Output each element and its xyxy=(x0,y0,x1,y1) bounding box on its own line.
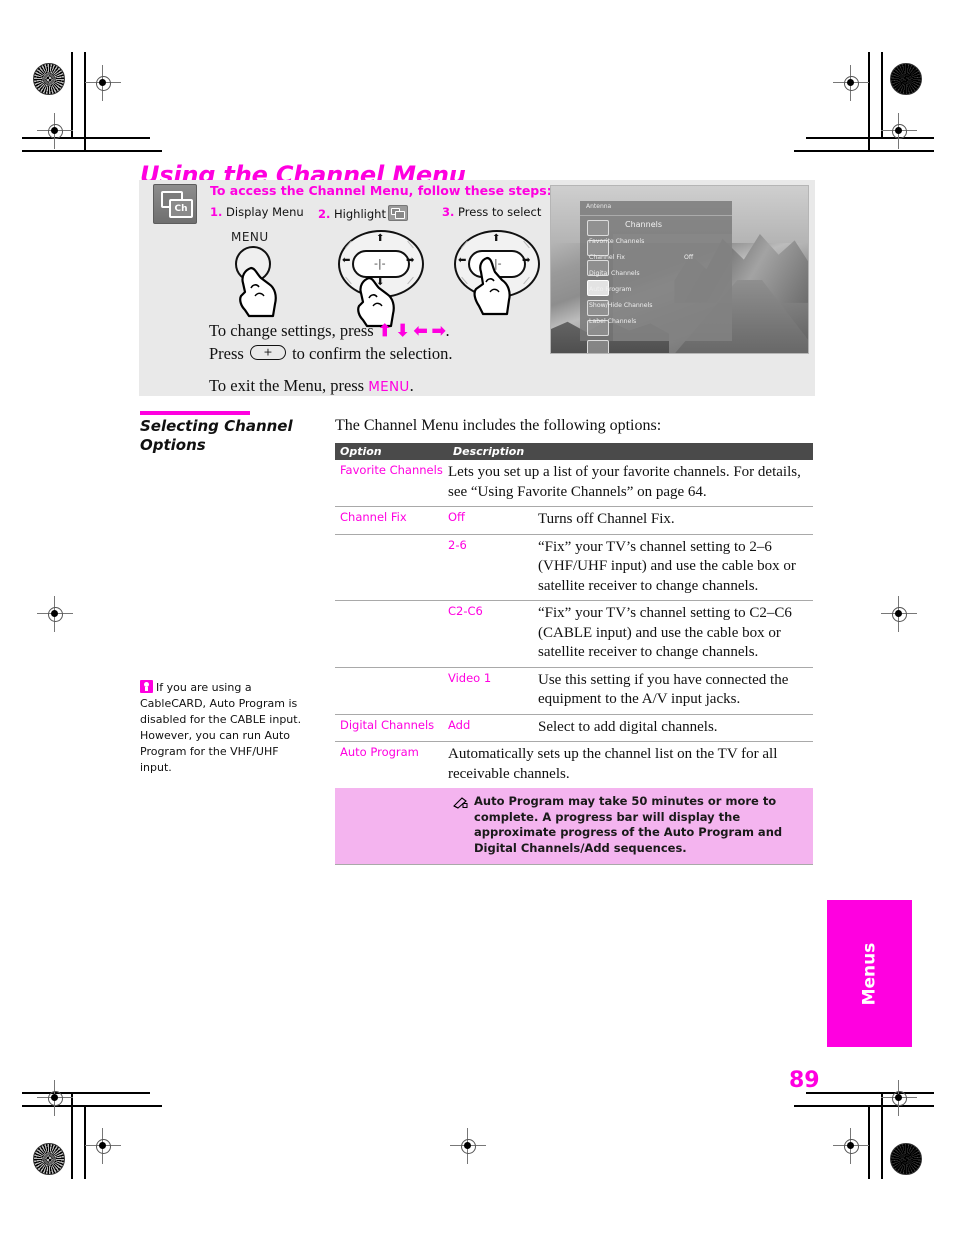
section-intro: The Channel Menu includes the following … xyxy=(335,417,662,434)
table-cell-option xyxy=(335,538,448,597)
section-rule xyxy=(140,411,250,415)
step-1-label: Display Menu xyxy=(226,205,304,219)
table-row: Digital Channels Add Select to add digit… xyxy=(335,715,813,742)
osd-item-4[interactable]: Show/Hide Channels xyxy=(589,302,652,309)
step-3: 3. Press to select xyxy=(442,205,541,219)
osd-icon-applications[interactable] xyxy=(587,340,609,353)
step-2-label: Highlight xyxy=(334,207,386,221)
table-cell-description: “Fix” your TV’s channel setting to C2–C6… xyxy=(538,605,792,660)
table-cell-description: Use this setting if you have connected t… xyxy=(538,671,789,708)
lightbulb-tip-icon xyxy=(140,680,153,693)
table-cell-sub-option: Video 1 xyxy=(448,670,492,685)
step-3-label: Press to select xyxy=(458,205,542,219)
table-cell-option: Digital Channels xyxy=(340,717,435,732)
tv-screen-screenshot: Antenna Channels Favorite Channels Chann… xyxy=(550,185,809,354)
channel-menu-icon: Ch xyxy=(153,184,197,224)
table-row: Video 1 Use this setting if you have con… xyxy=(335,668,813,715)
menu-keyword: MENU xyxy=(368,378,410,395)
jog-center-plus-icon: -|- xyxy=(374,257,386,270)
manual-page: Using the Channel Menu Ch To access the … xyxy=(0,0,954,1235)
step-1: 1. Display Menu xyxy=(210,205,304,219)
osd-menu-title: Channels xyxy=(625,220,663,229)
step-2: 2. Highlight xyxy=(318,205,408,221)
menu-button-word: MENU xyxy=(231,230,269,244)
options-table: Option Description Favorite Channels Let… xyxy=(335,443,813,866)
table-row: C2-C6 “Fix” your TV’s channel setting to… xyxy=(335,601,813,668)
table-cell-sub-option: Off xyxy=(448,510,465,524)
osd-icon-video[interactable] xyxy=(587,220,609,236)
table-row: Channel Fix Off Turns off Channel Fix. xyxy=(335,507,813,535)
page-number: 89 xyxy=(789,1068,820,1093)
table-cell-option: Auto Program xyxy=(340,745,419,759)
table-cell-description: Automatically sets up the channel list o… xyxy=(448,746,778,782)
table-row: Favorite Channels Lets you set up a list… xyxy=(335,460,813,507)
table-cell-sub-option: Add xyxy=(448,717,471,732)
table-row: 2-6 “Fix” your TV’s channel setting to 2… xyxy=(335,535,813,601)
tv-onscreen-menu: Antenna Channels Favorite Channels Chann… xyxy=(580,201,732,353)
table-cell-description: Lets you set up a list of your favorite … xyxy=(448,464,801,500)
direction-arrows-icon: ⬆ ⬇ ⬅ ➡ xyxy=(377,321,446,340)
channel-menu-mini-icon xyxy=(387,205,408,221)
jog-up-arrow-icon: ⬆ xyxy=(376,233,385,244)
note-callout: Auto Program may take 50 minutes or more… xyxy=(335,788,813,866)
channel-icon-label: Ch xyxy=(169,199,193,218)
jog-right-arrow-icon: ➡ xyxy=(406,255,415,266)
step-3-number: 3. xyxy=(442,205,455,219)
steps-heading: To access the Channel Menu, follow these… xyxy=(210,183,552,198)
step-1-number: 1. xyxy=(210,205,223,219)
osd-item-1-value: Off xyxy=(684,254,694,261)
jog-left-arrow-icon: ⬅ xyxy=(458,255,467,266)
osd-item-5[interactable]: Label Channels xyxy=(589,318,636,325)
osd-item-0[interactable]: Favorite Channels xyxy=(589,238,644,245)
steps-instructions: To change settings, press ⬆ ⬇ ⬅ ➡. Press… xyxy=(209,320,452,397)
section-heading-line2: Options xyxy=(140,435,206,454)
jog-left-arrow-icon: ⬅ xyxy=(342,255,351,266)
margin-tip-text: If you are using a CableCARD, Auto Progr… xyxy=(140,681,302,774)
jog-up-arrow-icon: ⬆ xyxy=(492,233,501,244)
osd-antenna-label: Antenna xyxy=(586,203,612,210)
pointing-hand-icon xyxy=(473,256,519,316)
table-row: Auto Program Automatically sets up the c… xyxy=(335,742,813,788)
table-cell-sub-option: C2-C6 xyxy=(448,604,483,618)
pointing-hand-icon xyxy=(239,266,285,318)
table-header-row: Option Description xyxy=(335,443,813,460)
osd-item-2[interactable]: Digital Channels xyxy=(589,270,640,277)
table-cell-sub-option: 2-6 xyxy=(448,537,467,552)
table-cell-option: Channel Fix xyxy=(340,510,407,524)
section-thumb-tab: Menus xyxy=(827,900,912,1047)
table-cell-description: Select to add digital channels. xyxy=(538,718,718,735)
section-heading-line1: Selecting Channel xyxy=(140,417,293,435)
jog-right-arrow-icon: ➡ xyxy=(522,255,531,266)
table-cell-description: “Fix” your TV’s channel setting to 2–6 (… xyxy=(538,538,796,594)
section-thumb-tab-label: Menus xyxy=(859,942,880,1005)
pencil-note-icon xyxy=(453,794,468,856)
table-header-description: Description xyxy=(453,445,525,458)
osd-item-3[interactable]: Auto Program xyxy=(589,286,631,293)
note-text: Auto Program may take 50 minutes or more… xyxy=(474,794,783,855)
osd-item-1[interactable]: Channel Fix xyxy=(589,254,625,261)
confirm-button-icon xyxy=(249,344,286,360)
instruction-line-2: Press to confirm the selection. xyxy=(209,343,452,366)
table-header-option: Option xyxy=(340,445,382,458)
table-cell-option: Favorite Channels xyxy=(340,463,443,477)
instruction-line-3: To exit the Menu, press MENU. xyxy=(209,375,414,395)
table-cell-description: Turns off Channel Fix. xyxy=(538,511,675,527)
margin-tip-note: If you are using a CableCARD, Auto Progr… xyxy=(140,680,310,776)
section-heading: Selecting Channel Options xyxy=(140,417,330,455)
instruction-line-1: To change settings, press ⬆ ⬇ ⬅ ➡. xyxy=(209,321,450,340)
table-cell-option xyxy=(335,671,448,710)
table-cell-option xyxy=(335,604,448,663)
step-2-number: 2. xyxy=(318,207,331,221)
